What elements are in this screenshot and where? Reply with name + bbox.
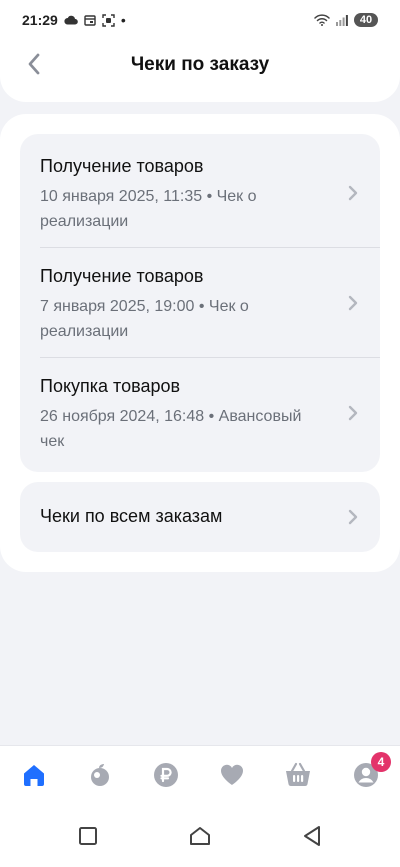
chevron-right-icon [346, 183, 360, 203]
recents-button[interactable] [75, 825, 101, 851]
signal-icon [336, 14, 348, 26]
receipt-row[interactable]: Получение товаров 10 января 2025, 11:35 … [20, 134, 380, 244]
receipts-list: Получение товаров 10 января 2025, 11:35 … [20, 134, 380, 472]
nav-payments[interactable] [151, 762, 181, 792]
receipt-subtitle: 7 января 2025, 19:00 • Чек о реализации [40, 298, 249, 340]
receipt-title: Покупка товаров [40, 376, 181, 396]
status-dot: • [120, 12, 126, 28]
screen: 21:29 • 40 Чеки по заказу Получение това… [0, 0, 400, 867]
header: Чеки по заказу [0, 40, 400, 102]
all-orders-receipts-button[interactable]: Чеки по всем заказам [20, 482, 380, 552]
battery-indicator: 40 [354, 13, 378, 27]
chevron-right-icon [346, 293, 360, 313]
nav-home[interactable] [19, 762, 49, 792]
home-system-icon [189, 826, 211, 851]
receipt-subtitle: 10 января 2025, 11:35 • Чек о реализации [40, 188, 257, 230]
chevron-right-icon [346, 403, 360, 423]
receipts-card: Получение товаров 10 января 2025, 11:35 … [0, 114, 400, 572]
wifi-icon [314, 14, 330, 26]
system-home-button[interactable] [187, 825, 213, 851]
cart-icon [284, 762, 312, 793]
receipt-row[interactable]: Покупка товаров 26 ноября 2024, 16:48 • … [20, 354, 380, 464]
profile-notification-badge: 4 [371, 752, 391, 772]
system-nav [0, 807, 400, 867]
status-left: 21:29 • [22, 12, 126, 28]
home-icon [21, 762, 47, 793]
nav-catalog[interactable] [85, 762, 115, 792]
catalog-icon [87, 762, 113, 793]
receipt-row[interactable]: Получение товаров 7 января 2025, 19:00 •… [20, 244, 380, 354]
receipt-title: Получение товаров [40, 266, 204, 286]
recents-icon [78, 826, 98, 851]
nav-cart[interactable] [283, 762, 313, 792]
status-time: 21:29 [22, 12, 58, 28]
favorites-icon [219, 763, 245, 792]
status-right: 40 [314, 13, 378, 27]
payments-icon [153, 762, 179, 793]
bottom-nav: 4 [0, 745, 400, 807]
all-orders-label: Чеки по всем заказам [40, 506, 223, 526]
nav-favorites[interactable] [217, 762, 247, 792]
chevron-right-icon [346, 507, 360, 527]
cloud-icon [64, 15, 78, 25]
system-back-button[interactable] [299, 825, 325, 851]
calendar-icon [84, 14, 96, 26]
status-bar: 21:29 • 40 [0, 0, 400, 40]
receipt-subtitle: 26 ноября 2024, 16:48 • Авансовый чек [40, 408, 302, 450]
screenshot-icon [102, 13, 115, 27]
page-title: Чеки по заказу [130, 54, 270, 75]
nav-profile[interactable]: 4 [351, 752, 391, 792]
receipt-title: Получение товаров [40, 156, 204, 176]
back-system-icon [302, 825, 322, 852]
